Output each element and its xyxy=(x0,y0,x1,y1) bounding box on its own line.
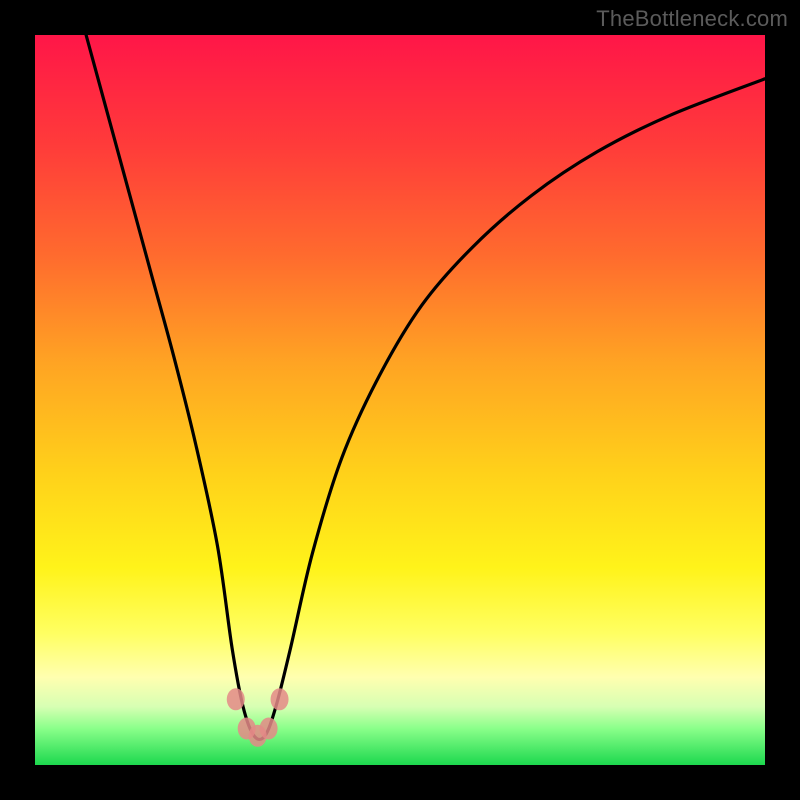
watermark-text: TheBottleneck.com xyxy=(596,6,788,32)
chart-frame: TheBottleneck.com xyxy=(0,0,800,800)
plot-area xyxy=(35,35,765,765)
curve-marker xyxy=(260,718,278,740)
curve-marker xyxy=(227,688,245,710)
curve-marker xyxy=(271,688,289,710)
bottleneck-curve xyxy=(35,35,765,765)
